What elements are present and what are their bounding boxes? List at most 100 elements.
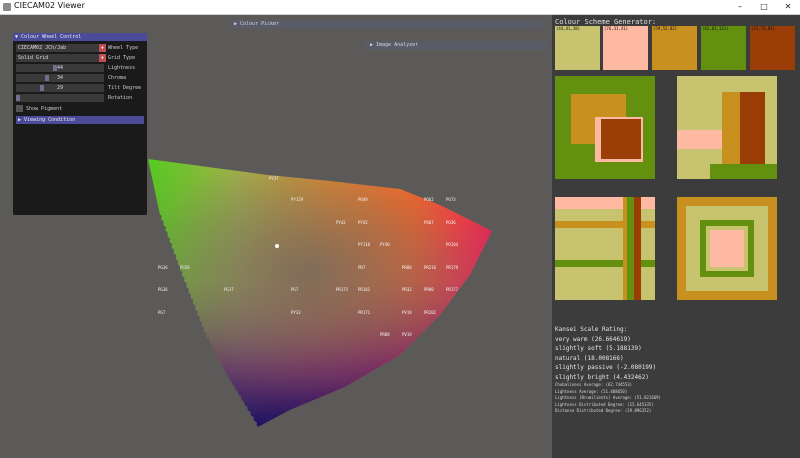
pigment-label: PG7 [158, 310, 166, 315]
pigment-label: PG36 [158, 287, 168, 292]
pigment-label: PV19 [402, 332, 412, 337]
slider-grab[interactable] [44, 75, 49, 81]
pigment-label: PG17 [224, 287, 234, 292]
colour-scheme-generator-panel: Colour Scheme Generator: (44,41,38) (76,… [552, 15, 800, 458]
pigment-label: PR175 [336, 287, 349, 292]
pigment-label: PR177 [446, 287, 459, 292]
chevron-down-icon: ▼ [99, 44, 106, 52]
pigment-label: PV19 [402, 310, 412, 315]
kansei-rating: very warm (26.664619) [555, 335, 631, 343]
tilt-degree-label: Tilt Degree [108, 85, 142, 91]
swatch-label: (59,52,82) [653, 26, 678, 31]
chevron-down-icon: ▼ [99, 54, 106, 62]
pigment-label: PR88 [380, 332, 390, 337]
chroma-label: Chroma [108, 75, 127, 81]
swatch-label: (42,81,123) [702, 26, 729, 31]
pigment-label: PO73 [446, 197, 456, 202]
pigment-label: PR202 [424, 310, 437, 315]
lightness-value: 44 [56, 65, 64, 71]
lightness-label: Lightness [108, 65, 136, 71]
pigment-label: PO104 [446, 242, 459, 247]
pigment-label: PR179 [446, 265, 459, 270]
slider-grab[interactable] [40, 85, 45, 91]
generator-title: Colour Scheme Generator: [555, 18, 657, 26]
show-pigment-checkbox[interactable] [16, 105, 23, 112]
colour-swatch[interactable]: (59,52,82) [652, 26, 697, 70]
show-pigment-label: Show Pigment [26, 106, 63, 112]
chroma-slider[interactable]: 34 [16, 74, 104, 82]
tile-stripe [634, 197, 641, 300]
kansei-rating: slightly bright (4.432462) [555, 373, 649, 381]
slider-grab[interactable] [16, 95, 20, 101]
scheme-preview-tile-4 [677, 197, 777, 300]
viewer-workspace[interactable]: PY37 PY129 PO49 PO62 PO73 PY42 PY42 PO67… [0, 15, 552, 458]
tile-frame [710, 230, 744, 267]
pigment-label: PR101 [358, 287, 371, 292]
pigment-label: PR88 [402, 265, 412, 270]
wheel-cursor [275, 244, 279, 248]
tile-bar [740, 92, 765, 164]
scheme-preview-tile-2 [677, 76, 777, 179]
show-pigment-row: Show Pigment [16, 105, 136, 113]
tile-bar [722, 92, 741, 164]
lightness-slider[interactable]: 44 [16, 64, 104, 72]
rotation-slider[interactable] [16, 94, 104, 102]
colour-swatch[interactable]: (76,31,41) [603, 26, 648, 70]
close-icon[interactable]: ✕ [776, 0, 800, 14]
colour-swatch[interactable]: (31,73,81) [750, 26, 795, 70]
app-icon [3, 3, 11, 11]
scheme-preview-tile-3 [555, 197, 655, 300]
kansei-stat: Lightness (Brumilients) Average: (51.821… [555, 395, 661, 400]
minimize-icon[interactable]: – [728, 0, 752, 14]
pigment-label: PO62 [424, 197, 434, 202]
grid-type-select[interactable]: Solid Grid ▼ [16, 54, 106, 62]
pigment-label: PR216 [424, 265, 437, 270]
pigment-label: PG50 [180, 265, 190, 270]
kansei-ratings: Kansei Scale Rating: very warm (26.66461… [555, 325, 661, 415]
tilt-degree-value: 29 [56, 85, 64, 91]
pigment-label: PY110 [358, 242, 371, 247]
pigment-label: PR32 [402, 287, 412, 292]
pigment-label: PY40 [380, 242, 390, 247]
scheme-preview-tile-1 [555, 76, 655, 179]
colour-swatch[interactable]: (44,41,38) [555, 26, 600, 70]
pigment-label: PY129 [291, 197, 304, 202]
tile-bar [710, 164, 777, 179]
slider-grab[interactable] [52, 65, 57, 71]
maximize-icon[interactable]: □ [752, 0, 776, 14]
pigment-label: PO49 [358, 197, 368, 202]
grid-type-label: Grid Type [108, 55, 136, 61]
pigment-label: PY37 [269, 176, 279, 181]
pigment-label: PO67 [424, 220, 434, 225]
kansei-stat: Distance Distributed Degree: (19.896352) [555, 408, 652, 413]
pigment-label: PG7 [291, 287, 299, 292]
tile-square [601, 119, 641, 159]
viewing-condition-header[interactable]: ▶ Viewing Condition [16, 116, 144, 124]
colour-picker-window[interactable]: ▶ Colour Picker [230, 20, 542, 29]
window-titlebar: CIECAM02 Viewer – □ ✕ [0, 0, 800, 15]
chroma-value: 34 [56, 75, 64, 81]
wheel-type-label: Wheel Type [108, 45, 139, 51]
pigment-label: PR80 [424, 287, 434, 292]
kansei-title: Kansei Scale Rating: [555, 326, 628, 333]
window-title: CIECAM02 Viewer [14, 1, 85, 10]
pigment-label: PY42 [358, 220, 368, 225]
kansei-rating: slightly passive (-2.080199) [555, 364, 657, 371]
kansei-rating: slightly soft (5.188139) [555, 345, 642, 352]
swatch-label: (44,41,38) [556, 26, 581, 31]
wheel-type-select[interactable]: CIECAM02 JCh/Jab ▼ [16, 44, 106, 52]
wheel-type-value: CIECAM02 JCh/Jab [18, 45, 67, 51]
grid-type-value: Solid Grid [18, 55, 49, 61]
pigment-label: PR171 [358, 310, 371, 315]
swatch-label: (76,31,41) [604, 26, 629, 31]
kansei-rating: natural (18.008166) [555, 354, 624, 362]
colour-wheel-control-panel: ▼ Colour Wheel Control CIECAM02 JCh/Jab … [13, 33, 147, 215]
pigment-label: PG36 [158, 265, 168, 270]
colour-swatch[interactable]: (42,81,123) [701, 26, 746, 70]
image-analyzer-window[interactable]: ▶ Image Analyzer [366, 41, 548, 50]
rotation-label: Rotation [108, 95, 133, 101]
tilt-degree-slider[interactable]: 29 [16, 84, 104, 92]
pigment-label: PY42 [336, 220, 346, 225]
panel-header[interactable]: ▼ Colour Wheel Control [13, 33, 147, 41]
pigment-label: PO36 [446, 220, 456, 225]
